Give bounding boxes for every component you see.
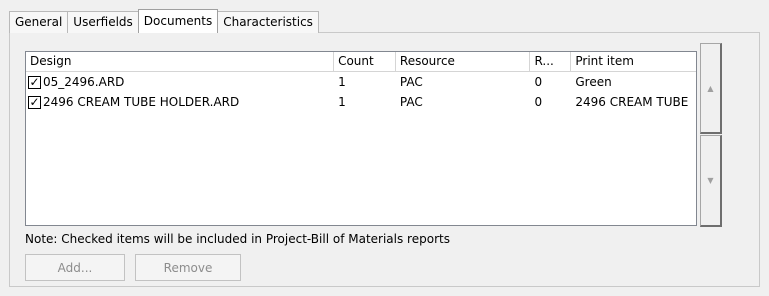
resource-cell: PAC [399, 75, 423, 89]
tab-characteristics[interactable]: Characteristics [217, 11, 319, 33]
print-item-cell: 2496 CREAM TUBE [575, 95, 689, 109]
chevron-up-icon: ▲ [707, 83, 714, 93]
list-header: Design Count Resource R... Print item [26, 52, 696, 72]
note-text: Note: Checked items will be included in … [25, 232, 450, 246]
count-cell: 1 [338, 75, 346, 89]
design-name: 2496 CREAM TUBE HOLDER.ARD [43, 95, 240, 109]
column-header-resource[interactable]: Resource [396, 52, 531, 72]
scroll-down-button[interactable]: ▼ [700, 135, 722, 227]
design-name: 05_2496.ARD [43, 75, 125, 89]
documents-list[interactable]: Design Count Resource R... Print item 05… [25, 51, 697, 226]
tab-documents[interactable]: Documents [137, 9, 219, 33]
scroll-up-button[interactable]: ▲ [700, 43, 722, 134]
column-header-design[interactable]: Design [26, 52, 335, 72]
print-item-cell: Green [575, 75, 612, 89]
column-header-count[interactable]: Count [334, 52, 396, 72]
count-cell: 1 [338, 95, 346, 109]
column-header-print-item[interactable]: Print item [571, 52, 696, 72]
column-header-r[interactable]: R... [530, 52, 572, 72]
r-cell: 0 [534, 95, 543, 109]
tab-userfields[interactable]: Userfields [67, 11, 139, 33]
table-row[interactable]: 2496 CREAM TUBE HOLDER.ARD 1 PAC 0 2496 … [26, 92, 696, 112]
row-checkbox[interactable] [28, 95, 41, 109]
resource-cell: PAC [399, 95, 423, 109]
table-row[interactable]: 05_2496.ARD 1 PAC 0 Green [26, 72, 696, 92]
design-cell: 2496 CREAM TUBE HOLDER.ARD [26, 92, 334, 112]
r-cell: 0 [534, 75, 543, 89]
tab-general[interactable]: General [9, 11, 69, 33]
chevron-down-icon: ▼ [707, 176, 714, 185]
tab-strip: General Userfields Documents Characteris… [9, 9, 319, 33]
add-button[interactable]: Add... [25, 254, 125, 281]
row-checkbox[interactable] [28, 75, 41, 89]
remove-button[interactable]: Remove [135, 254, 241, 281]
design-cell: 05_2496.ARD [26, 72, 334, 92]
